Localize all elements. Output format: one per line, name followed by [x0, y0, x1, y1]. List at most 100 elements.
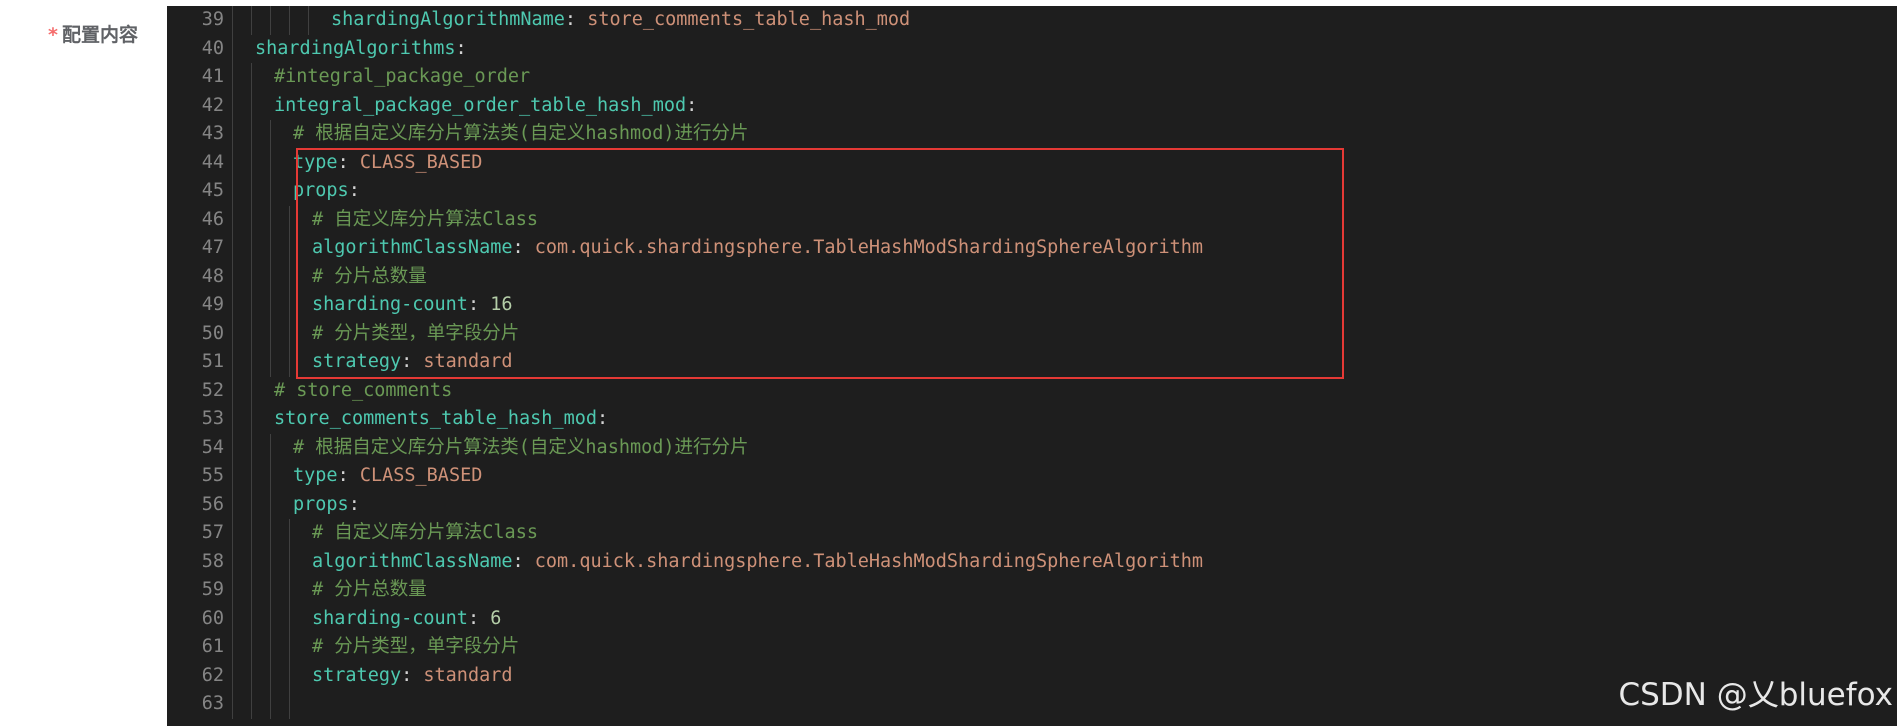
code-token: sharding-count	[312, 607, 468, 629]
indent-guide	[289, 234, 290, 263]
indent-guide	[270, 205, 271, 234]
code-token: # 分片类型，单字段分片	[312, 636, 520, 657]
indent-guide	[251, 547, 252, 576]
indent-guide	[232, 576, 233, 605]
indent-guide	[232, 490, 233, 519]
indent-guide	[270, 120, 271, 149]
code-token: :	[512, 550, 535, 572]
indent-guide	[270, 291, 271, 320]
code-line: 61 # 分片类型，单字段分片	[167, 633, 1897, 662]
indent-guide	[270, 519, 271, 548]
indent-guide	[232, 433, 233, 462]
code-text: props:	[293, 491, 360, 520]
code-text: type: CLASS_BASED	[293, 462, 482, 491]
indent-guide	[270, 348, 271, 377]
indent-guide	[232, 633, 233, 662]
line-number: 44	[201, 151, 224, 173]
line-number: 58	[201, 550, 224, 572]
indent-guide	[289, 348, 290, 377]
indent-guide	[270, 433, 271, 462]
indent-guide	[232, 319, 233, 348]
line-number: 53	[201, 408, 224, 429]
indent-guide	[232, 148, 233, 177]
indent-guide	[270, 177, 271, 206]
indent-guide	[289, 661, 290, 690]
indent-guide	[289, 6, 290, 35]
indent-guide	[232, 205, 233, 234]
indent-guide	[232, 661, 233, 690]
config-content-label-text: 配置内容	[61, 24, 138, 46]
code-token: # 自定义库分片算法Class	[312, 522, 538, 543]
code-line: 56 props:	[167, 490, 1897, 520]
code-token: integral_package_order_table_hash_mod	[274, 94, 687, 116]
indent-guide	[232, 519, 233, 548]
code-token: standard	[423, 664, 513, 686]
code-token: type	[293, 465, 338, 486]
line-number: 51	[201, 351, 224, 372]
line-number: 46	[201, 208, 224, 230]
indent-guide	[251, 291, 252, 320]
line-number: 39	[201, 9, 224, 30]
line-number: 40	[201, 37, 224, 59]
indent-guide	[251, 348, 252, 377]
code-token: :	[597, 408, 609, 429]
code-line: 39 shardingAlgorithmName: store_comments_…	[167, 6, 1897, 35]
line-number: 42	[201, 94, 224, 116]
indent-guide	[251, 91, 252, 120]
line-number: 59	[201, 579, 224, 600]
indent-guide	[232, 6, 233, 35]
code-text: store_comments_table_hash_mod:	[274, 405, 608, 434]
code-text: # 根据自定义库分片算法类(自定义hashmod)进行分片	[293, 434, 749, 463]
config-content-label: * 配置内容	[48, 20, 138, 47]
indent-guide	[270, 604, 271, 633]
code-token: # 分片总数量	[312, 579, 427, 600]
indent-guide	[289, 633, 290, 662]
indent-guide	[289, 690, 290, 719]
indent-guide	[232, 348, 233, 377]
indent-guide	[232, 462, 233, 491]
indent-guide	[251, 205, 252, 234]
code-token: store_comments_table_hash_mod	[274, 408, 598, 429]
line-number: 56	[201, 493, 224, 515]
yaml-code-editor[interactable]: 39 shardingAlgorithmName: store_comments_…	[167, 6, 1897, 726]
indent-guide	[232, 91, 233, 120]
code-line: 58 algorithmClassName: com.quick.sharding…	[167, 547, 1897, 577]
indent-guide	[251, 376, 252, 405]
line-number: 63	[201, 693, 224, 714]
indent-guide	[232, 604, 233, 633]
code-text: shardingAlgorithmName: store_comments_ta…	[331, 6, 910, 35]
indent-guide	[232, 34, 233, 63]
line-number: 52	[201, 379, 224, 401]
indent-guide	[251, 262, 252, 291]
watermark: CSDN @乂bluefox	[1618, 677, 1893, 713]
indent-guide	[251, 462, 252, 491]
code-text: shardingAlgorithms:	[255, 35, 467, 64]
indent-guide	[289, 604, 290, 633]
indent-guide	[251, 405, 252, 434]
code-text: algorithmClassName: com.quick.shardingsp…	[312, 548, 1203, 577]
indent-guide	[251, 319, 252, 348]
code-line: 42 integral_package_order_table_hash_mod:	[167, 91, 1897, 120]
indent-guide	[232, 690, 233, 719]
code-text: sharding-count: 6	[312, 605, 501, 634]
code-text: # 根据自定义库分片算法类(自定义hashmod)进行分片	[293, 120, 749, 149]
line-number: 57	[201, 522, 224, 543]
code-token: shardingAlgorithmName	[331, 9, 565, 30]
code-line: 40 shardingAlgorithms:	[167, 34, 1897, 64]
indent-guide	[251, 148, 252, 177]
line-number: 47	[201, 237, 224, 258]
indent-guide	[251, 633, 252, 662]
code-text: # 自定义库分片算法Class	[312, 519, 538, 548]
indent-guide	[289, 576, 290, 605]
indent-guide	[270, 148, 271, 177]
code-token: #integral_package_order	[274, 66, 531, 87]
indent-guide	[251, 690, 252, 719]
highlight-box	[296, 147, 1344, 379]
code-token: com.quick.shardingsphere.TableHashModSha…	[534, 550, 1204, 572]
indent-guide	[270, 6, 271, 35]
code-line: 60 sharding-count: 6	[167, 604, 1897, 634]
code-token: # 根据自定义库分片算法类(自定义hashmod)进行分片	[293, 123, 749, 144]
indent-guide	[232, 376, 233, 405]
indent-guide	[232, 177, 233, 206]
indent-guide	[289, 547, 290, 576]
